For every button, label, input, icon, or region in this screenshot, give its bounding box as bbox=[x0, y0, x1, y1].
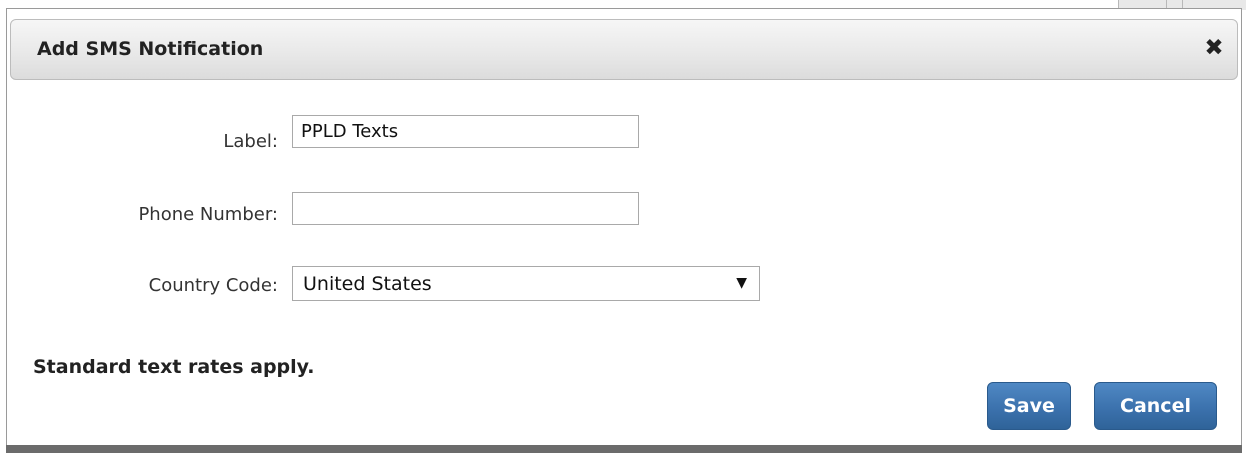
dialog-bottom-border bbox=[6, 445, 1242, 453]
cancel-button[interactable]: Cancel bbox=[1094, 382, 1217, 430]
save-button[interactable]: Save bbox=[987, 382, 1071, 430]
country-code-selected: United States bbox=[303, 273, 432, 295]
label-field-label: Label: bbox=[223, 131, 278, 152]
phone-number-input[interactable] bbox=[292, 192, 639, 225]
country-code-select[interactable]: United States ▼ bbox=[292, 266, 760, 301]
close-icon[interactable]: ✖ bbox=[1203, 37, 1225, 60]
dialog-title: Add SMS Notification bbox=[37, 38, 264, 60]
dropdown-arrow-icon: ▼ bbox=[736, 275, 747, 291]
page-background: Add SMS Notification ✖ Label: Phone Numb… bbox=[0, 0, 1246, 453]
phone-number-label: Phone Number: bbox=[138, 204, 278, 225]
dialog-titlebar[interactable]: Add SMS Notification ✖ bbox=[10, 19, 1238, 80]
label-input[interactable] bbox=[292, 115, 639, 148]
country-code-label: Country Code: bbox=[148, 275, 278, 296]
sms-notification-dialog: Add SMS Notification ✖ Label: Phone Numb… bbox=[6, 8, 1242, 450]
rates-notice: Standard text rates apply. bbox=[33, 356, 315, 378]
